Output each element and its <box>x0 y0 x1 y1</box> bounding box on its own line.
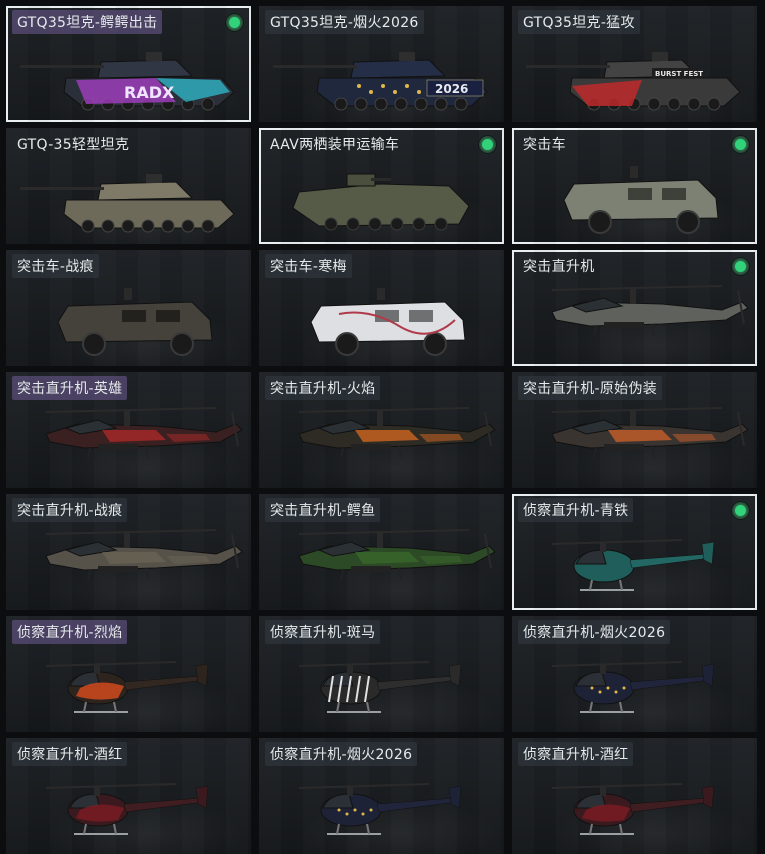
vehicle-skin-label: 突击车-寒梅 <box>265 254 352 278</box>
vehicle-skin-card[interactable]: 突击车-战痕 <box>6 250 251 366</box>
vehicle-skin-card[interactable]: 突击直升机-英雄 <box>6 372 251 488</box>
scout-helicopter-icon <box>45 661 209 713</box>
decal-text: 2026 <box>435 82 468 96</box>
equipped-indicator-icon <box>226 14 243 31</box>
vehicle-skin-label: 突击车 <box>523 137 566 153</box>
attack-helicopter-icon <box>298 407 496 459</box>
vehicle-skin-card[interactable]: 侦察直升机-烈焰 <box>6 616 251 732</box>
decal-text: BURST FEST <box>655 70 703 78</box>
equipped-indicator-icon <box>732 136 749 153</box>
equipped-indicator-icon <box>732 502 749 519</box>
vehicle-skin-label: 侦察直升机-烟火2026 <box>265 742 418 766</box>
armored-truck-icon <box>310 288 466 356</box>
vehicle-skin-label: GTQ35坦克-猛攻 <box>518 10 640 34</box>
vehicle-skin-card[interactable]: 突击直升机-战痕 <box>6 494 251 610</box>
scout-helicopter-icon <box>551 539 715 591</box>
vehicle-skin-label: 突击直升机-原始伪装 <box>518 376 663 400</box>
green-dot-icon <box>482 139 493 150</box>
vehicle-skin-card[interactable]: 突击车-寒梅 <box>259 250 504 366</box>
armored-truck-icon <box>563 166 719 234</box>
decal-text: RADX <box>124 83 175 102</box>
vehicle-skin-label: 侦察直升机-烟火2026 <box>518 620 671 644</box>
vehicle-skin-card[interactable]: 突击直升机-原始伪装 <box>512 372 757 488</box>
tank-icon: RADX <box>20 52 235 111</box>
tank-icon: BURST FEST <box>526 52 741 111</box>
vehicle-skin-card[interactable]: 突击直升机 <box>512 250 757 366</box>
vehicle-skin-card[interactable]: BURST FEST GTQ35坦克-猛攻 <box>512 6 757 122</box>
vehicle-skin-card[interactable]: 2026 GTQ35坦克-烟火2026 <box>259 6 504 122</box>
equipped-indicator-icon <box>479 136 496 153</box>
vehicle-skin-label: 侦察直升机-酒红 <box>518 742 634 766</box>
vehicle-skin-label: GTQ35坦克-鳄鳄出击 <box>12 10 163 34</box>
vehicle-skin-label: GTQ-35轻型坦克 <box>17 137 130 153</box>
green-dot-icon <box>735 139 746 150</box>
vehicle-skin-label: 突击直升机-战痕 <box>12 498 128 522</box>
attack-helicopter-icon <box>551 407 749 459</box>
scout-helicopter-icon <box>298 661 462 713</box>
vehicle-skin-label: 侦察直升机-酒红 <box>12 742 128 766</box>
green-dot-icon <box>735 261 746 272</box>
vehicle-skin-label: 突击直升机-英雄 <box>12 376 128 400</box>
vehicle-skin-label: GTQ35坦克-烟火2026 <box>265 10 424 34</box>
vehicle-skin-card[interactable]: AAV两栖装甲运输车 <box>259 128 504 244</box>
vehicle-skin-label: 侦察直升机-青铁 <box>518 498 634 522</box>
vehicle-skin-label: 突击直升机 <box>523 259 595 275</box>
vehicle-skin-card[interactable]: 侦察直升机-青铁 <box>512 494 757 610</box>
attack-helicopter-icon <box>45 529 243 581</box>
tank-icon <box>20 174 235 233</box>
vehicle-skin-label: 突击车-战痕 <box>12 254 99 278</box>
vehicle-skin-label: 突击直升机-火焰 <box>265 376 381 400</box>
vehicle-skin-grid: RADX GTQ35坦克-鳄鳄出击 2026 GTQ35坦克-烟火2026 BURST … <box>0 0 765 854</box>
vehicle-skin-card[interactable]: 突击车 <box>512 128 757 244</box>
scout-helicopter-icon <box>551 661 715 713</box>
vehicle-skin-card[interactable]: 突击直升机-火焰 <box>259 372 504 488</box>
scout-helicopter-icon <box>551 783 715 835</box>
vehicle-skin-card[interactable]: RADX GTQ35坦克-鳄鳄出击 <box>6 6 251 122</box>
vehicle-skin-label: AAV两栖装甲运输车 <box>270 137 400 153</box>
scout-helicopter-icon <box>45 783 209 835</box>
vehicle-skin-card[interactable]: 侦察直升机-斑马 <box>259 616 504 732</box>
tank-icon: 2026 <box>273 52 488 111</box>
equipped-indicator-icon <box>732 258 749 275</box>
attack-helicopter-icon <box>45 407 243 459</box>
vehicle-skin-label: 突击直升机-鳄鱼 <box>265 498 381 522</box>
green-dot-icon <box>229 17 240 28</box>
vehicle-skin-card[interactable]: 侦察直升机-烟火2026 <box>259 738 504 854</box>
vehicle-skin-card[interactable]: 侦察直升机-酒红 <box>6 738 251 854</box>
vehicle-skin-card[interactable]: 侦察直升机-烟火2026 <box>512 616 757 732</box>
vehicle-skin-label: 侦察直升机-烈焰 <box>12 620 128 644</box>
scout-helicopter-icon <box>298 783 462 835</box>
vehicle-skin-label: 侦察直升机-斑马 <box>265 620 381 644</box>
apc-icon <box>292 173 470 231</box>
vehicle-skin-card[interactable]: GTQ-35轻型坦克 <box>6 128 251 244</box>
vehicle-skin-card[interactable]: 侦察直升机-酒红 <box>512 738 757 854</box>
attack-helicopter-icon <box>551 285 749 337</box>
vehicle-skin-card[interactable]: 突击直升机-鳄鱼 <box>259 494 504 610</box>
green-dot-icon <box>735 505 746 516</box>
armored-truck-icon <box>57 288 213 356</box>
attack-helicopter-icon <box>298 529 496 581</box>
